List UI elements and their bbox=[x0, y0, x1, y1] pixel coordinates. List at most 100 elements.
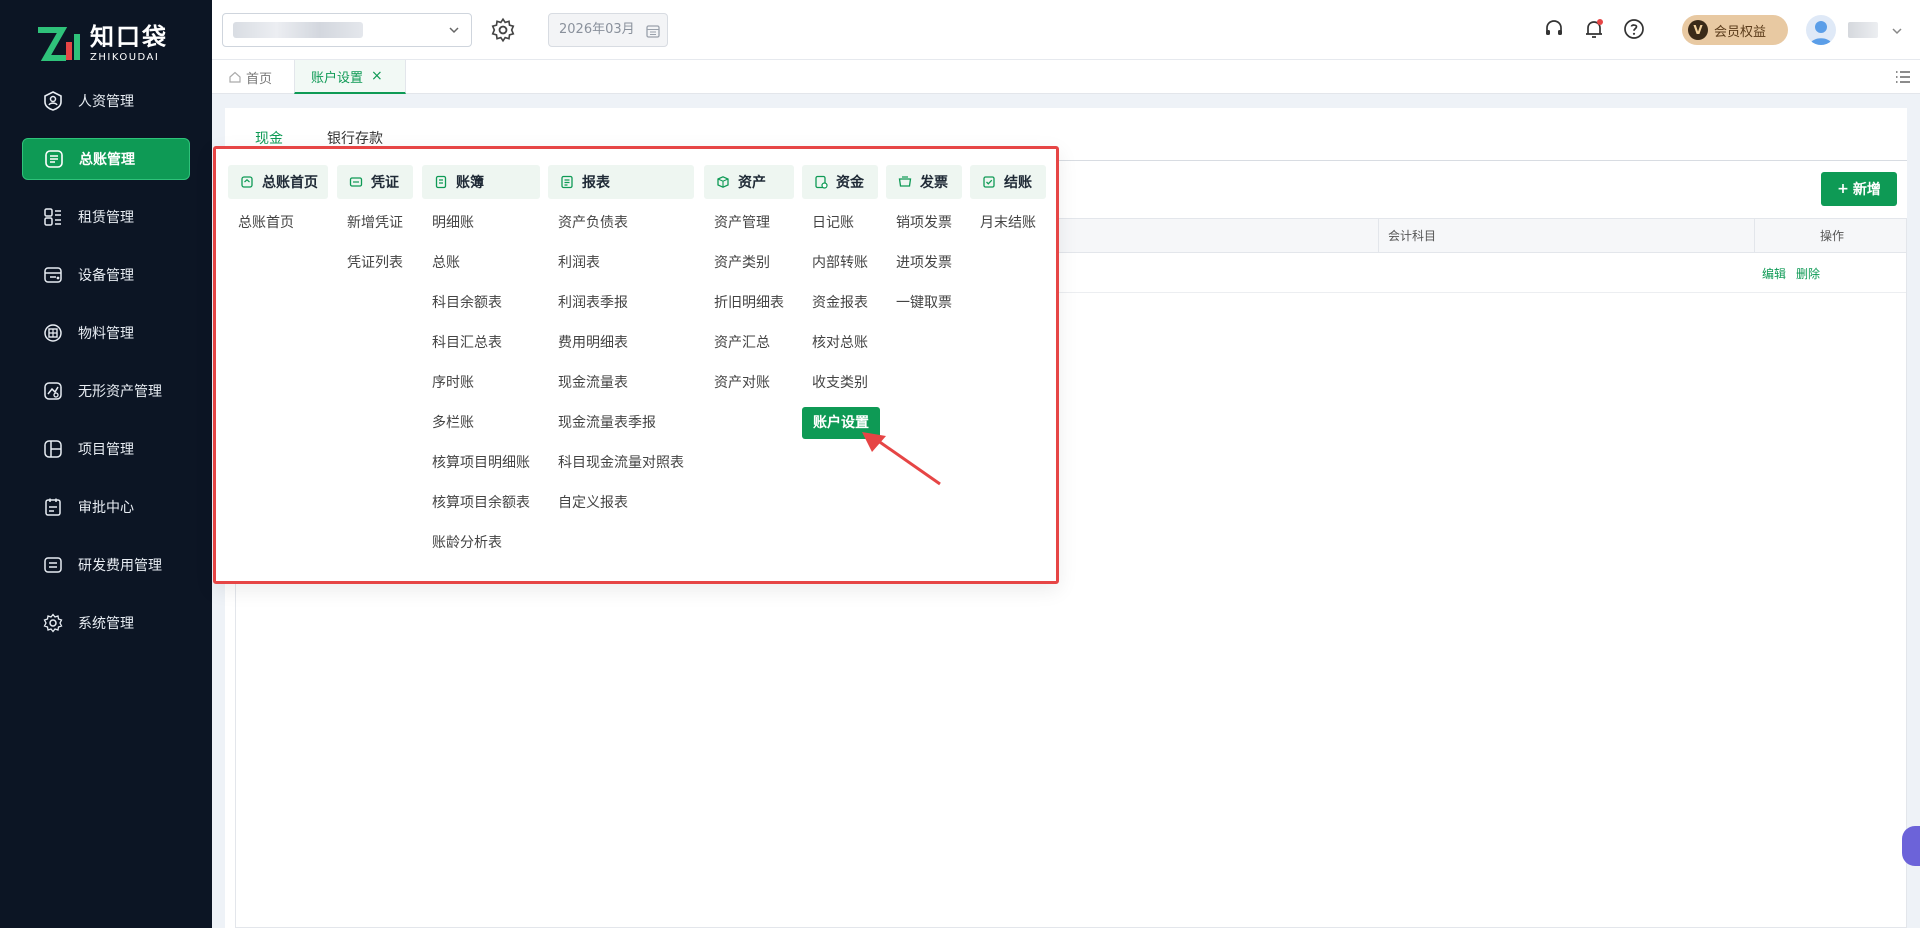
user-name-redacted[interactable] bbox=[1848, 22, 1878, 38]
sidebar-item-system[interactable]: 系统管理 bbox=[22, 602, 190, 644]
sidebar-item-lease[interactable]: 租赁管理 bbox=[22, 196, 190, 238]
menu-item[interactable]: 利润表 bbox=[548, 243, 694, 283]
asset-icon bbox=[717, 176, 729, 188]
tab-account-settings[interactable]: 账户设置 × bbox=[294, 60, 406, 94]
menu-item[interactable]: 资产管理 bbox=[704, 203, 794, 243]
headset-icon[interactable] bbox=[1542, 17, 1566, 41]
tab-home[interactable]: 首页 bbox=[228, 60, 272, 94]
sidebar-item-rnd-expense[interactable]: 研发费用管理 bbox=[22, 544, 190, 586]
sidebar-nav: 人资管理 总账管理 租赁管理 设备管理 物料管理 无形资产管理 项目管理 审批中… bbox=[22, 80, 190, 660]
bell-icon[interactable] bbox=[1582, 17, 1606, 41]
menu-item[interactable]: 科目余额表 bbox=[422, 283, 540, 323]
sidebar-item-general-ledger[interactable]: 总账管理 bbox=[22, 138, 190, 180]
menu-header-closing[interactable]: 结账 bbox=[970, 165, 1046, 199]
help-icon[interactable] bbox=[1622, 17, 1646, 41]
menu-item[interactable]: 科目汇总表 bbox=[422, 323, 540, 363]
menu-header-funds[interactable]: 资金 bbox=[802, 165, 878, 199]
column-divider bbox=[1378, 219, 1379, 253]
menu-item[interactable]: 现金流量表季报 bbox=[548, 403, 694, 443]
menu-item[interactable]: 新增凭证 bbox=[337, 203, 413, 243]
avatar[interactable] bbox=[1806, 15, 1836, 45]
menu-item[interactable]: 总账 bbox=[422, 243, 540, 283]
edit-link[interactable]: 编辑 bbox=[1762, 265, 1786, 282]
menu-item[interactable]: 明细账 bbox=[422, 203, 540, 243]
sidebar-item-intangible-asset[interactable]: 无形资产管理 bbox=[22, 370, 190, 412]
period-picker[interactable]: 2026年03月 bbox=[548, 13, 668, 47]
menu-header-label: 账簿 bbox=[456, 175, 484, 191]
menu-item[interactable]: 收支类别 bbox=[802, 363, 878, 403]
menu-item[interactable]: 资产类别 bbox=[704, 243, 794, 283]
sidebar-item-label: 租赁管理 bbox=[78, 210, 134, 226]
sidebar-item-device[interactable]: 设备管理 bbox=[22, 254, 190, 296]
menu-column-voucher: 凭证 新增凭证 凭证列表 bbox=[337, 165, 413, 283]
fund-icon bbox=[815, 175, 828, 189]
menu-item[interactable]: 资产负债表 bbox=[548, 203, 694, 243]
menu-item[interactable]: 日记账 bbox=[802, 203, 878, 243]
delete-link[interactable]: 删除 bbox=[1796, 265, 1820, 282]
close-icon[interactable]: × bbox=[371, 68, 383, 84]
menu-header-label: 报表 bbox=[582, 175, 610, 191]
company-select[interactable] bbox=[222, 13, 472, 47]
add-button-label: 新增 bbox=[1852, 182, 1881, 198]
menu-item[interactable]: 资产对账 bbox=[704, 363, 794, 403]
menu-item[interactable]: 科目现金流量对照表 bbox=[548, 443, 694, 483]
menu-header-reports[interactable]: 报表 bbox=[548, 165, 694, 199]
menu-item[interactable]: 月末结账 bbox=[970, 203, 1046, 243]
sidebar-item-hr[interactable]: 人资管理 bbox=[22, 80, 190, 122]
menu-header-gl-home[interactable]: 总账首页 bbox=[228, 165, 328, 199]
sidebar-item-label: 项目管理 bbox=[78, 442, 134, 458]
add-button[interactable]: + 新增 bbox=[1821, 172, 1897, 206]
closing-icon bbox=[983, 176, 995, 188]
menu-item[interactable]: 内部转账 bbox=[802, 243, 878, 283]
menu-header-assets[interactable]: 资产 bbox=[704, 165, 794, 199]
menu-item[interactable]: 资金报表 bbox=[802, 283, 878, 323]
menu-item[interactable]: 多栏账 bbox=[422, 403, 540, 443]
chevron-down-icon bbox=[449, 27, 459, 34]
menu-item[interactable]: 账龄分析表 bbox=[422, 523, 540, 563]
menu-item[interactable]: 进项发票 bbox=[886, 243, 962, 283]
column-header-account: 会计科目 bbox=[1388, 229, 1437, 243]
menu-item[interactable]: 自定义报表 bbox=[548, 483, 694, 523]
tab-home-label: 首页 bbox=[246, 71, 273, 87]
home-icon bbox=[229, 71, 241, 83]
gear-icon[interactable] bbox=[490, 17, 516, 43]
menu-header-label: 总账首页 bbox=[262, 175, 318, 191]
sidebar-item-label: 设备管理 bbox=[78, 268, 134, 284]
sidebar-item-project[interactable]: 项目管理 bbox=[22, 428, 190, 470]
menu-header-label: 凭证 bbox=[371, 175, 399, 191]
rnd-expense-icon bbox=[42, 554, 64, 576]
menu-header-invoices[interactable]: 发票 bbox=[886, 165, 962, 199]
sidebar-item-material[interactable]: 物料管理 bbox=[22, 312, 190, 354]
sidebar-item-approval[interactable]: 审批中心 bbox=[22, 486, 190, 528]
sidebar-item-label: 系统管理 bbox=[78, 616, 134, 632]
brand-logo[interactable]: 知口袋 ZHIKOUDAI bbox=[36, 22, 186, 66]
menu-item[interactable]: 折旧明细表 bbox=[704, 283, 794, 323]
menu-item[interactable]: 总账首页 bbox=[228, 203, 328, 243]
menu-item[interactable]: 一键取票 bbox=[886, 283, 962, 323]
voucher-icon bbox=[349, 177, 363, 187]
menu-item[interactable]: 利润表季报 bbox=[548, 283, 694, 323]
tab-list-icon[interactable] bbox=[1894, 68, 1912, 86]
brand-name-en: ZHIKOUDAI bbox=[90, 52, 160, 63]
sidebar-item-label: 物料管理 bbox=[78, 326, 134, 342]
menu-item[interactable]: 核算项目余额表 bbox=[422, 483, 540, 523]
menu-column-assets: 资产 资产管理 资产类别 折旧明细表 资产汇总 资产对账 bbox=[704, 165, 794, 403]
lease-icon bbox=[42, 206, 64, 228]
menu-column-gl-home: 总账首页 总账首页 bbox=[228, 165, 328, 243]
menu-item[interactable]: 序时账 bbox=[422, 363, 540, 403]
menu-header-voucher[interactable]: 凭证 bbox=[337, 165, 413, 199]
vip-benefits-button[interactable]: V 会员权益 bbox=[1682, 15, 1788, 45]
chevron-down-icon[interactable] bbox=[1890, 24, 1904, 38]
menu-item[interactable]: 核算项目明细账 bbox=[422, 443, 540, 483]
menu-item[interactable]: 现金流量表 bbox=[548, 363, 694, 403]
menu-header-label: 结账 bbox=[1004, 175, 1032, 191]
menu-item[interactable]: 资产汇总 bbox=[704, 323, 794, 363]
menu-item[interactable]: 核对总账 bbox=[802, 323, 878, 363]
menu-header-books[interactable]: 账簿 bbox=[422, 165, 540, 199]
menu-item[interactable]: 费用明细表 bbox=[548, 323, 694, 363]
menu-item[interactable]: 凭证列表 bbox=[337, 243, 413, 283]
menu-item[interactable]: 销项发票 bbox=[886, 203, 962, 243]
ledger-icon bbox=[43, 148, 65, 170]
plus-icon: + bbox=[1837, 181, 1849, 197]
chat-float-button[interactable] bbox=[1902, 826, 1920, 866]
